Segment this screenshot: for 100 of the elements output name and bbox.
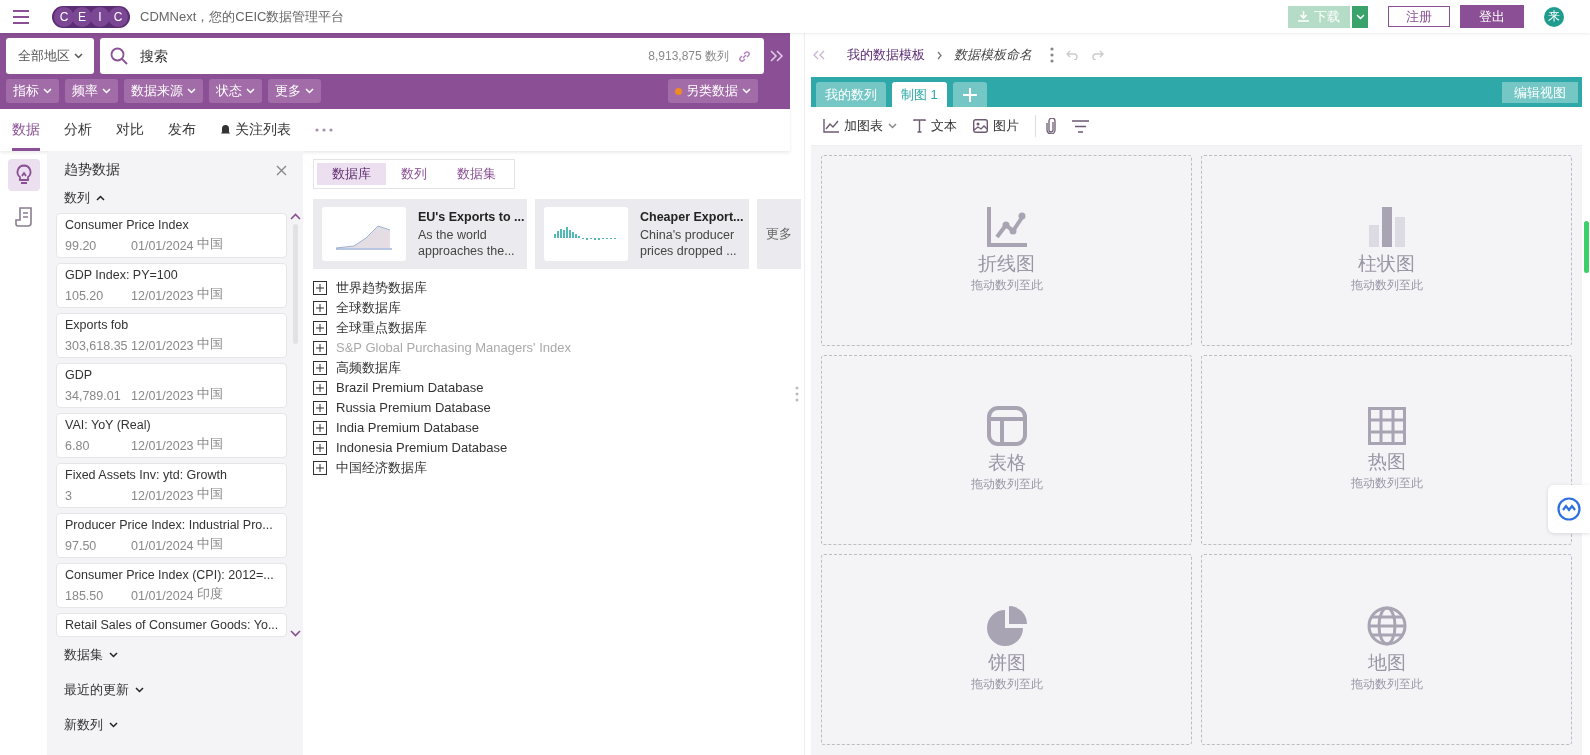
series-card[interactable]: Fixed Assets Inv: ytd: Growth 3 12/01/2023 中国 — [56, 463, 288, 508]
series-card[interactable]: GDP 34,789.01 12/01/2023 中国 — [56, 363, 288, 408]
series-region: 中国 — [197, 286, 223, 303]
paperclip-icon[interactable] — [1046, 118, 1056, 134]
expand-plus-icon[interactable] — [313, 460, 327, 475]
expand-plus-icon[interactable] — [313, 440, 327, 455]
database-item[interactable]: Indonesia Premium Database — [313, 439, 508, 456]
expand-plus-icon[interactable] — [313, 400, 327, 415]
logout-button[interactable]: 登出 — [1460, 5, 1524, 28]
bar-chart-icon — [1366, 206, 1407, 247]
expand-plus-icon[interactable] — [313, 300, 327, 315]
text-button[interactable]: 文本 — [913, 117, 957, 135]
more-icon[interactable] — [1050, 47, 1054, 63]
scroll-down-icon[interactable] — [290, 630, 302, 637]
database-item[interactable]: 高频数据库 — [313, 359, 401, 376]
link-icon[interactable] — [739, 50, 750, 62]
chevron-down-icon — [43, 88, 52, 94]
nav-tab[interactable]: 对比 — [116, 109, 144, 151]
series-region: 印度 — [197, 586, 223, 603]
section-toggle[interactable]: 数据集 — [56, 637, 126, 672]
add-chart-button[interactable]: 加图表 — [823, 117, 897, 135]
scrollbar-thumb[interactable] — [1584, 221, 1589, 273]
assistant-button[interactable] — [1548, 485, 1590, 533]
logo[interactable]: C E I C — [52, 5, 130, 28]
database-item[interactable]: India Premium Database — [313, 419, 480, 436]
alt-data-dropdown[interactable]: 另类数据 — [668, 79, 758, 103]
add-tab-button[interactable] — [952, 82, 987, 107]
more-icon[interactable] — [315, 128, 333, 132]
expand-plus-icon[interactable] — [313, 280, 327, 295]
document-icon — [14, 207, 33, 227]
text-icon — [913, 119, 926, 133]
register-button[interactable]: 注册 — [1388, 6, 1450, 27]
menu-icon[interactable] — [12, 9, 30, 24]
expand-plus-icon[interactable] — [313, 360, 327, 375]
filter-icon[interactable] — [1072, 119, 1089, 133]
nav-tab[interactable]: 发布 — [168, 109, 196, 151]
chart-type-label: 折线图 — [978, 251, 1035, 276]
segment-tab[interactable]: 数列 — [386, 163, 442, 185]
chevron-down-icon — [102, 88, 111, 94]
database-item[interactable]: Russia Premium Database — [313, 399, 491, 416]
sidebar-tab[interactable] — [7, 159, 40, 191]
expand-plus-icon[interactable] — [313, 320, 327, 335]
drop-hint: 拖动数列至此 — [970, 276, 1043, 294]
section-toggle[interactable]: 最近的更新 — [56, 672, 152, 707]
database-item[interactable]: 世界趋势数据库 — [313, 279, 427, 296]
insight-card[interactable]: EU's Exports to ... As the world approaches the... — [313, 199, 527, 269]
series-date: 01/01/2024 — [131, 239, 195, 253]
series-name: Retail Sales of Consumer Goods: Yo... — [65, 617, 279, 633]
series-region: 中国 — [197, 486, 223, 503]
series-region: 中国 — [197, 236, 223, 253]
indicator-dot — [675, 87, 682, 95]
nav-tab[interactable]: 关注列表 — [220, 109, 291, 151]
insight-card[interactable]: Cheaper Export... China's producer prices dropped ... — [535, 199, 749, 269]
series-card[interactable]: Producer Price Index: Industrial Pro... 97.50 01/01/2024 中国 — [56, 513, 288, 558]
expand-plus-icon[interactable] — [313, 420, 327, 435]
database-item[interactable]: 全球数据库 — [313, 299, 401, 316]
scroll-up-icon[interactable] — [290, 213, 302, 220]
download-dropdown[interactable] — [1352, 5, 1368, 28]
series-value: 185.50 — [65, 589, 105, 603]
chart-type-label: 饼图 — [987, 651, 1026, 676]
filter-dropdown[interactable]: 数据来源 — [124, 79, 203, 103]
database-item[interactable]: 全球重点数据库 — [313, 319, 427, 336]
segment-tab[interactable]: 数据库 — [317, 163, 386, 185]
breadcrumb-chevron-icon — [937, 50, 942, 60]
segment-tab[interactable]: 数据集 — [442, 163, 511, 185]
series-region: 中国 — [197, 436, 223, 453]
filter-dropdown[interactable]: 状态 — [209, 79, 262, 103]
insight-summary: approaches the... — [418, 244, 516, 258]
series-card[interactable]: Consumer Price Index (CPI): 2012=... 185.50 01/01/2024 印度 — [56, 563, 288, 608]
series-card[interactable]: Retail Sales of Consumer Goods: Yo... — [56, 613, 288, 637]
region-dropdown[interactable]: 全部地区 — [6, 38, 94, 74]
series-card[interactable]: GDP Index: PY=100 105.20 12/01/2023 中国 — [56, 263, 288, 308]
filter-dropdown[interactable]: 频率 — [65, 79, 118, 103]
image-button[interactable]: 图片 — [973, 117, 1019, 135]
database-item[interactable]: Brazil Premium Database — [313, 379, 484, 396]
database-item[interactable]: 中国经济数据库 — [313, 459, 427, 476]
filter-dropdown[interactable]: 更多 — [268, 79, 321, 103]
series-section-toggle[interactable]: 数列 — [56, 183, 113, 213]
drag-handle-icon[interactable] — [795, 386, 799, 402]
breadcrumb-link[interactable]: 我的数据模板 — [847, 46, 925, 64]
sidebar-title: 趋势数据 — [64, 161, 120, 179]
more-button[interactable]: 更多 — [757, 199, 801, 269]
search-bar[interactable]: 搜索 8,913,875 数列 — [100, 38, 764, 74]
expand-plus-icon[interactable] — [313, 380, 327, 395]
filter-dropdown[interactable]: 指标 — [6, 79, 59, 103]
nav-tab[interactable]: 分析 — [64, 109, 92, 151]
expand-icon[interactable] — [770, 50, 784, 62]
series-card[interactable]: VAI: YoY (Real) 6.80 12/01/2023 中国 — [56, 413, 288, 458]
chevron-up-icon — [96, 195, 105, 201]
series-card[interactable]: Exports fob 303,618.35 12/01/2023 中国 — [56, 313, 288, 358]
assistant-icon — [1557, 497, 1581, 521]
nav-tab[interactable]: 数据 — [12, 109, 40, 151]
series-card[interactable]: Consumer Price Index 99.20 01/01/2024 中国 — [56, 213, 288, 258]
template-name[interactable]: 数据模板命名 — [954, 46, 1032, 64]
chevron-down-icon — [305, 88, 314, 94]
series-value: 3 — [65, 489, 73, 503]
series-name: Consumer Price Index — [65, 217, 190, 233]
section-toggle[interactable]: 新数列 — [56, 707, 126, 742]
series-value: 99.20 — [65, 239, 98, 253]
close-icon[interactable] — [276, 164, 287, 176]
